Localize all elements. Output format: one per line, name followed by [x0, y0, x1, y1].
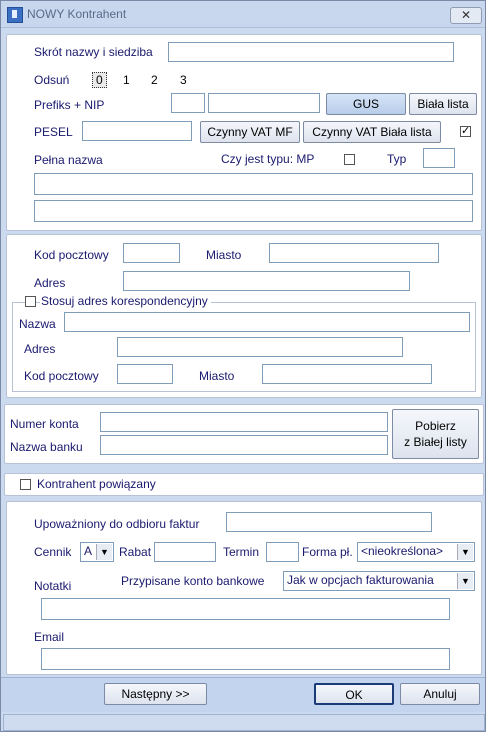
pesel-label: PESEL — [34, 125, 73, 139]
prefiks-label: Prefiks + NIP — [34, 98, 105, 112]
numer-konta-input[interactable] — [100, 412, 388, 432]
window-title: NOWY Kontrahent — [27, 7, 127, 21]
close-button[interactable]: ✕ — [450, 7, 482, 24]
typ-input[interactable] — [423, 148, 455, 168]
chevron-down-icon: ▼ — [457, 544, 473, 560]
button-bar: Następny >> OK Anuluj — [1, 677, 485, 712]
nip-input[interactable] — [208, 93, 320, 113]
cennik-label: Cennik — [34, 545, 72, 559]
forma-value: <nieokreślona> — [361, 544, 444, 558]
related-panel: Kontrahent powiązany — [4, 473, 484, 496]
odsun-option-2[interactable]: 2 — [151, 73, 158, 87]
termin-input[interactable] — [266, 542, 299, 562]
pesel-input[interactable] — [82, 121, 192, 141]
przypisane-value: Jak w opcjach fakturowania — [287, 573, 434, 587]
pelna-nazwa-label: Pełna nazwa — [34, 153, 103, 167]
k-nazwa-label: Nazwa — [19, 317, 56, 331]
nastepny-button[interactable]: Następny >> — [104, 683, 207, 705]
powiazany-checkbox[interactable] — [20, 479, 31, 490]
stosuj-label: Stosuj adres korespondencyjny — [40, 294, 211, 308]
powiazany-label: Kontrahent powiązany — [37, 477, 156, 491]
pobierz-line1: Pobierz — [415, 419, 456, 433]
bank-panel: Numer konta Nazwa banku Pobierz z Białej… — [4, 404, 484, 464]
rabat-input[interactable] — [154, 542, 216, 562]
przypisane-label: Przypisane konto bankowe — [121, 574, 265, 588]
email-input[interactable] — [41, 648, 450, 670]
status-bar — [3, 714, 485, 731]
mp-checkbox[interactable] — [344, 154, 355, 165]
termin-label: Termin — [223, 545, 260, 559]
notatki-input[interactable] — [41, 598, 450, 620]
email-label: Email — [34, 630, 65, 644]
title-bar: NOWY Kontrahent ✕ — [1, 1, 485, 28]
k-kod-label: Kod pocztowy — [24, 369, 99, 383]
dialog-window: NOWY Kontrahent ✕ Skrót nazwy i siedziba… — [0, 0, 486, 732]
pobierz-button[interactable]: Pobierz z Białej listy — [392, 409, 479, 459]
cennik-select[interactable]: A ▼ — [80, 542, 114, 562]
k-adres-input[interactable] — [117, 337, 403, 357]
forma-select[interactable]: <nieokreślona> ▼ — [357, 542, 475, 562]
invoice-panel: Upoważniony do odbioru faktur Cennik A ▼… — [6, 501, 482, 675]
skrot-input[interactable] — [168, 42, 454, 62]
ok-button[interactable]: OK — [314, 683, 394, 705]
pobierz-line2: z Białej listy — [404, 435, 467, 449]
stosuj-checkbox[interactable] — [25, 296, 36, 307]
upowazniony-input[interactable] — [226, 512, 432, 532]
cennik-value: A — [84, 544, 93, 558]
k-kod-input[interactable] — [117, 364, 173, 384]
odsun-option-1[interactable]: 1 — [123, 73, 130, 87]
k-miasto-input[interactable] — [262, 364, 432, 384]
upowazniony-label: Upoważniony do odbioru faktur — [34, 517, 200, 531]
app-icon — [7, 7, 23, 23]
k-nazwa-input[interactable] — [64, 312, 470, 332]
przypisane-select[interactable]: Jak w opcjach fakturowania ▼ — [283, 571, 475, 591]
adres-label: Adres — [34, 276, 66, 290]
miasto-label: Miasto — [206, 248, 242, 262]
odsun-label: Odsuń — [34, 73, 70, 87]
pelna-nazwa-input-1[interactable] — [34, 173, 473, 195]
gus-button[interactable]: GUS — [326, 93, 406, 115]
nazwa-banku-label: Nazwa banku — [10, 440, 83, 454]
identity-panel: Skrót nazwy i siedziba Odsuń 0 1 2 3 Pre… — [6, 34, 482, 231]
nazwa-banku-input[interactable] — [100, 435, 388, 455]
chevron-down-icon: ▼ — [96, 544, 112, 560]
skrot-label: Skrót nazwy i siedziba — [34, 45, 153, 59]
forma-label: Forma pł. — [302, 545, 353, 559]
numer-konta-label: Numer konta — [10, 417, 79, 431]
czy-mp-label: Czy jest typu: MP — [221, 152, 315, 166]
adres-input[interactable] — [123, 271, 410, 291]
k-miasto-label: Miasto — [199, 369, 235, 383]
prefiks-input[interactable] — [171, 93, 205, 113]
rabat-label: Rabat — [119, 545, 152, 559]
vat-checkbox[interactable]: ✓ — [460, 126, 471, 137]
notatki-label: Notatki — [34, 579, 72, 593]
k-adres-label: Adres — [24, 342, 56, 356]
typ-label: Typ — [387, 152, 407, 166]
odsun-option-3[interactable]: 3 — [180, 73, 187, 87]
kod-input[interactable] — [123, 243, 180, 263]
anuluj-button[interactable]: Anuluj — [400, 683, 480, 705]
czynny-vat-biala-button[interactable]: Czynny VAT Biała lista — [303, 121, 441, 143]
biala-lista-button[interactable]: Biała lista — [409, 93, 477, 115]
odsun-option-0[interactable]: 0 — [92, 72, 107, 88]
miasto-input[interactable] — [269, 243, 439, 263]
address-panel: Kod pocztowy Miasto Adres Stosuj adres k… — [6, 234, 482, 398]
pelna-nazwa-input-2[interactable] — [34, 200, 473, 222]
chevron-down-icon: ▼ — [457, 573, 473, 589]
czynny-vat-mf-button[interactable]: Czynny VAT MF — [200, 121, 300, 143]
kod-label: Kod pocztowy — [34, 248, 109, 262]
